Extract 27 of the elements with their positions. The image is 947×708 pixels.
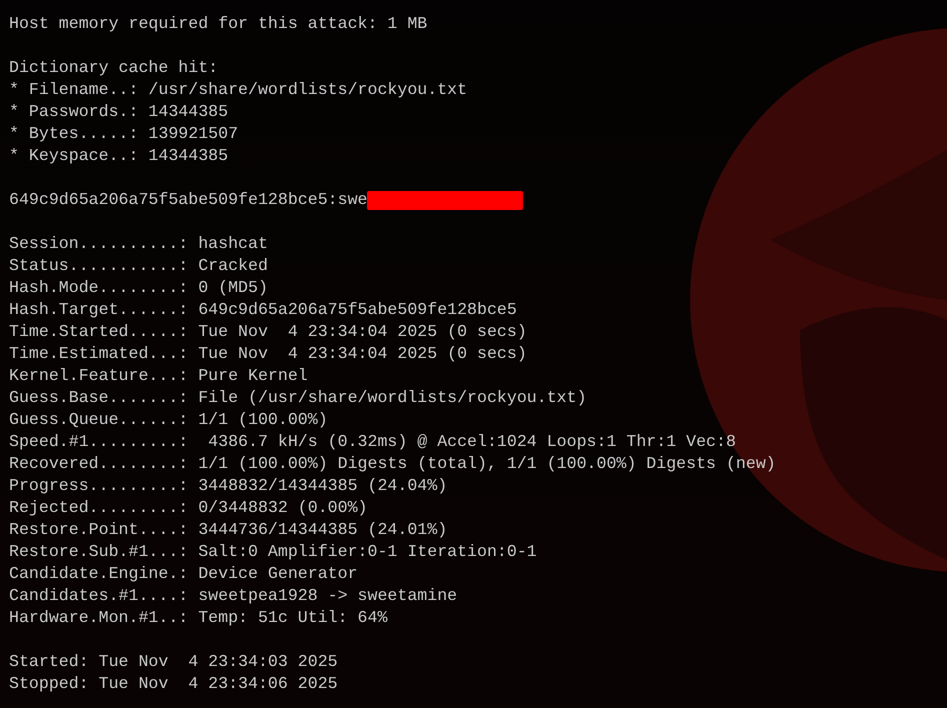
output-line: Hash.Target......: 649c9d65a206a75f5abe509fe128bce5 <box>9 299 518 321</box>
output-line: Stopped: Tue Nov 4 23:34:06 2025 <box>9 673 339 695</box>
output-line: Hardware.Mon.#1..: Temp: 51c Util: 64% <box>9 607 388 629</box>
output-line: Time.Estimated...: Tue Nov 4 23:34:04 2025 (0 secs) <box>9 343 528 365</box>
output-line: * Keyspace..: 14344385 <box>9 145 230 167</box>
output-line: Candidates.#1....: sweetpea1928 -> sweetamine <box>9 585 458 607</box>
output-line: Candidate.Engine.: Device Generator <box>9 563 359 585</box>
output-line: * Passwords.: 14344385 <box>9 101 230 123</box>
output-line: Guess.Base.......: File (/usr/share/wordlists/rockyou.txt) <box>9 387 588 409</box>
cracked-hash-line: 649c9d65a206a75f5abe509fe128bce5:swe <box>9 189 368 211</box>
output-line: Host memory required for this attack: 1 MB <box>9 13 428 35</box>
output-line: Hash.Mode........: 0 (MD5) <box>9 277 269 299</box>
output-line: Status...........: Cracked <box>9 255 269 277</box>
output-line: Guess.Queue......: 1/1 (100.00%) <box>9 409 329 431</box>
output-line: Speed.#1.........: 4386.7 kH/s (0.32ms) @ Accel:1024 Loops:1 Thr:1 Vec:8 <box>9 431 737 453</box>
output-line: Session..........: hashcat <box>9 233 269 255</box>
output-line: Started: Tue Nov 4 23:34:03 2025 <box>9 651 339 673</box>
output-line: * Bytes.....: 139921507 <box>9 123 240 145</box>
output-line: Recovered........: 1/1 (100.00%) Digests (total), 1/1 (100.00%) Digests (new) <box>9 453 777 475</box>
output-line: * Filename..: /usr/share/wordlists/rockyou.txt <box>9 79 468 101</box>
output-line: Restore.Point....: 3444736/14344385 (24.01%) <box>9 519 448 541</box>
output-line: Rejected.........: 0/3448832 (0.00%) <box>9 497 368 519</box>
output-line: Progress.........: 3448832/14344385 (24.04%) <box>9 475 448 497</box>
output-line: Kernel.Feature...: Pure Kernel <box>9 365 309 387</box>
output-line: Restore.Sub.#1...: Salt:0 Amplifier:0-1 Iteration:0-1 <box>9 541 538 563</box>
output-line: Time.Started.....: Tue Nov 4 23:34:04 2025 (0 secs) <box>9 321 528 343</box>
output-line: Dictionary cache hit: <box>9 57 220 79</box>
